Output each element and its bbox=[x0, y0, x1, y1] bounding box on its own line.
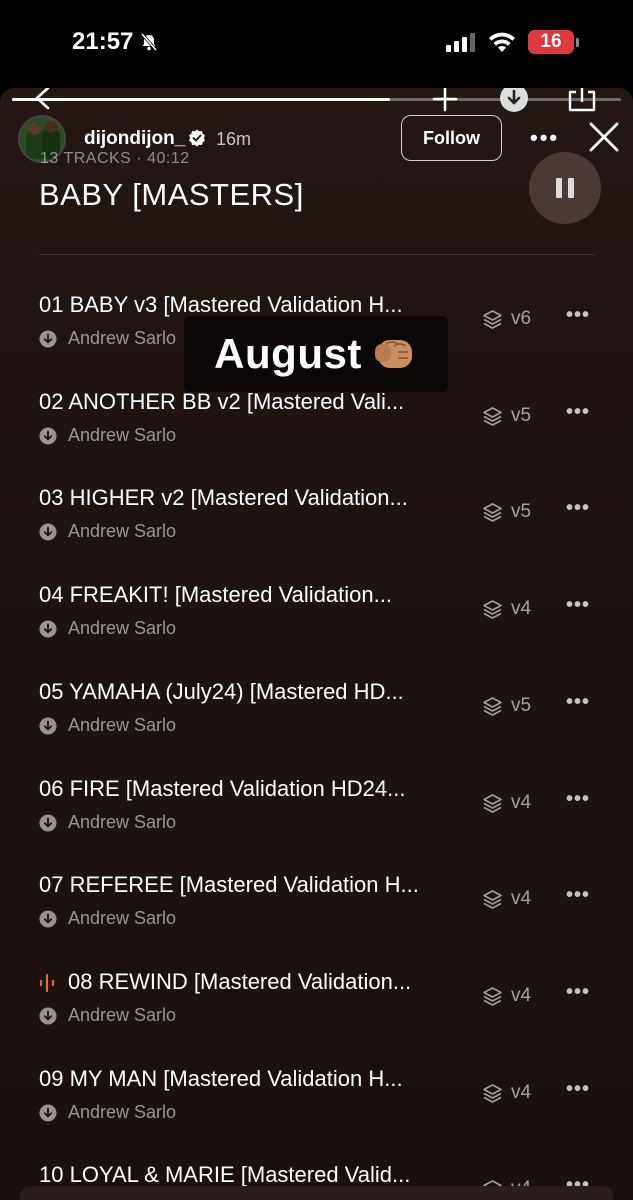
track-row[interactable]: 06 FIRE [Mastered Validation HD24... Andr… bbox=[0, 776, 633, 872]
track-version: v5 bbox=[511, 501, 532, 523]
sticker-text: August bbox=[214, 330, 362, 377]
track-title: 01 BABY v3 [Mastered Validation H... bbox=[39, 292, 403, 317]
battery-indicator: 16 bbox=[528, 30, 574, 54]
track-title: 08 REWIND [Mastered Validation... bbox=[68, 968, 412, 994]
download-circle-icon bbox=[39, 814, 57, 831]
track-row[interactable]: 03 HIGHER v2 [Mastered Validation... Andr… bbox=[0, 485, 633, 581]
track-row[interactable]: 04 FREAKIT! [Mastered Validation... Andre… bbox=[0, 582, 633, 678]
track-artist: Andrew Sarlo bbox=[68, 908, 177, 929]
story-more-button[interactable]: ••• bbox=[530, 125, 559, 151]
tracks-count: 13 TRACKS · 40:12 bbox=[40, 150, 190, 167]
track-artist: Andrew Sarlo bbox=[68, 424, 177, 445]
bottom-sheet-edge bbox=[20, 1186, 613, 1200]
bell-slash-icon bbox=[141, 33, 158, 51]
download-icon[interactable] bbox=[498, 88, 530, 114]
fist-emoji-icon bbox=[374, 340, 412, 368]
stack-icon bbox=[483, 1083, 502, 1103]
track-artist: Andrew Sarlo bbox=[68, 521, 177, 542]
story-sheet: dijondijon_ 16m Follow ••• 13 TRACKS · 4… bbox=[0, 88, 633, 1200]
stack-icon bbox=[483, 503, 502, 523]
download-circle-icon bbox=[39, 717, 57, 735]
track-version: v6 bbox=[511, 308, 532, 329]
close-icon[interactable] bbox=[588, 121, 620, 153]
track-row[interactable]: 09 MY MAN [Mastered Validation H... Andre… bbox=[0, 1066, 633, 1162]
track-title: 02 ANOTHER BB v2 [Mastered Vali... bbox=[39, 388, 405, 414]
story-time-ago: 16m bbox=[216, 129, 252, 149]
track-version: v5 bbox=[511, 404, 532, 426]
track-artist: Andrew Sarlo bbox=[68, 618, 177, 639]
album-title: BABY [MASTERS] bbox=[39, 177, 304, 212]
track-row[interactable]: 05 YAMAHA (July24) [Mastered HD... Andrew… bbox=[0, 679, 633, 775]
cellular-signal-icon bbox=[446, 33, 475, 52]
track-row[interactable]: 02 ANOTHER BB v2 [Mastered Vali... Andrew… bbox=[0, 389, 633, 485]
track-more-button[interactable]: ••• bbox=[566, 691, 590, 714]
download-circle-icon bbox=[39, 1104, 57, 1122]
status-bar: 21:57 16 bbox=[0, 0, 633, 88]
track-version: v4 bbox=[511, 598, 532, 620]
track-more-button[interactable]: ••• bbox=[566, 304, 590, 327]
track-title: 05 YAMAHA (July24) [Mastered HD... bbox=[39, 678, 404, 704]
verified-badge-icon bbox=[189, 129, 205, 147]
track-title: 07 REFEREE [Mastered Validation H... bbox=[39, 872, 419, 898]
track-more-button[interactable]: ••• bbox=[566, 594, 590, 617]
track-row[interactable]: 08 REWIND [Mastered Validation... Andrew … bbox=[0, 969, 633, 1065]
track-more-button[interactable]: ••• bbox=[566, 788, 590, 811]
stack-icon bbox=[483, 406, 502, 426]
stack-icon bbox=[483, 793, 502, 813]
track-title: 03 HIGHER v2 [Mastered Validation... bbox=[39, 485, 408, 511]
share-icon[interactable] bbox=[566, 88, 598, 114]
back-arrow-icon[interactable] bbox=[32, 88, 54, 112]
story-text-sticker: August bbox=[184, 316, 448, 392]
track-more-button[interactable]: ••• bbox=[566, 497, 590, 520]
plus-icon[interactable] bbox=[431, 88, 459, 112]
track-version: v4 bbox=[511, 1081, 532, 1103]
wifi-icon bbox=[489, 32, 515, 52]
divider bbox=[39, 254, 595, 255]
battery-level: 16 bbox=[540, 31, 562, 52]
pause-icon bbox=[556, 178, 574, 198]
track-more-button[interactable]: ••• bbox=[566, 884, 590, 907]
track-more-button[interactable]: ••• bbox=[566, 981, 590, 1004]
status-time: 21:57 bbox=[72, 28, 159, 56]
follow-button[interactable]: Follow bbox=[401, 115, 502, 161]
track-artist: Andrew Sarlo bbox=[68, 811, 177, 832]
track-row[interactable]: 07 REFEREE [Mastered Validation H... Andr… bbox=[0, 872, 633, 968]
stack-icon bbox=[483, 890, 502, 909]
track-title: 04 FREAKIT! [Mastered Validation... bbox=[39, 582, 392, 608]
track-artist: Andrew Sarlo bbox=[68, 1004, 177, 1025]
download-circle-icon bbox=[39, 330, 57, 348]
track-title: 09 MY MAN [Mastered Validation H... bbox=[39, 1065, 403, 1091]
now-playing-icon bbox=[39, 973, 55, 992]
stack-icon bbox=[483, 987, 502, 1006]
track-version: v4 bbox=[511, 984, 532, 1006]
download-circle-icon bbox=[39, 523, 57, 541]
story-progress-fill bbox=[12, 98, 390, 101]
download-circle-icon bbox=[39, 910, 57, 928]
track-version: v4 bbox=[511, 791, 532, 813]
status-time-text: 21:57 bbox=[72, 28, 134, 55]
status-indicators: 16 bbox=[446, 30, 579, 54]
pause-button[interactable] bbox=[529, 152, 601, 224]
track-title: 10 LOYAL & MARIE [Mastered Valid... bbox=[39, 1162, 411, 1188]
stack-icon bbox=[483, 696, 502, 716]
download-circle-icon bbox=[39, 427, 57, 445]
track-artist: Andrew Sarlo bbox=[68, 714, 177, 735]
story-username[interactable]: dijondijon_ bbox=[84, 128, 185, 150]
download-circle-icon bbox=[39, 1007, 57, 1025]
stack-icon bbox=[483, 600, 502, 619]
track-artist: Andrew Sarlo bbox=[68, 328, 177, 348]
track-title: 06 FIRE [Mastered Validation HD24... bbox=[39, 775, 406, 801]
track-version: v5 bbox=[511, 694, 532, 716]
download-circle-icon bbox=[39, 620, 57, 638]
stack-icon bbox=[483, 310, 502, 329]
track-more-button[interactable]: ••• bbox=[566, 401, 590, 424]
track-artist: Andrew Sarlo bbox=[68, 1101, 177, 1122]
track-version: v4 bbox=[511, 888, 532, 910]
track-more-button[interactable]: ••• bbox=[566, 1078, 590, 1101]
